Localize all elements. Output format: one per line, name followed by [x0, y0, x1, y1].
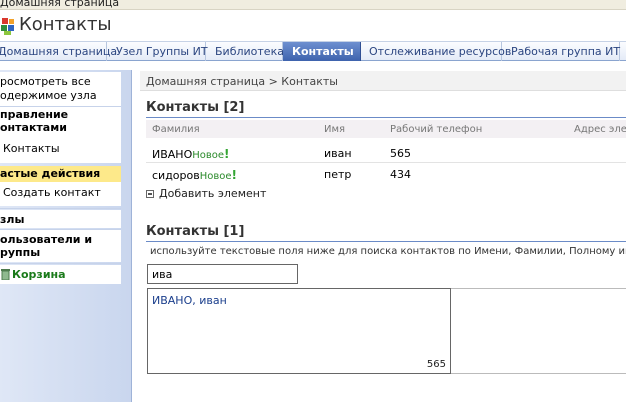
tab-library-label: Библиотека — [215, 45, 284, 58]
nav-create-contact-label: Создать контакт — [3, 186, 101, 199]
nav-view-all-content[interactable]: росмотреть все одержимое узла — [0, 72, 121, 106]
tab-bar: Домашняя страница Узел Группы ИТ Библиот… — [0, 41, 626, 61]
search-results-box: ИВАНО, иван 565 — [147, 288, 451, 374]
column-first-name[interactable]: Имя — [324, 124, 345, 135]
main-content: Домашняя страница > Контакты Контакты [2… — [140, 70, 626, 402]
nav-recycle-label: Корзина — [12, 268, 66, 281]
tab-contacts[interactable]: Контакты — [283, 42, 361, 61]
recycle-bin-icon — [1, 269, 10, 280]
tab-home[interactable]: Домашняя страница — [0, 42, 117, 61]
sharepoint-logo-icon — [1, 18, 14, 35]
row-phone: 434 — [390, 168, 411, 181]
new-exclamation-icon: ! — [231, 168, 238, 182]
nav-users-groups[interactable]: ользователи и руппы — [0, 230, 121, 262]
new-badge: Новое — [199, 171, 232, 182]
nav-recycle-bin[interactable]: Корзина — [0, 265, 121, 284]
tab-it-node-label: Узел Группы ИТ — [116, 45, 208, 58]
nav-view-all-line1: росмотреть все — [0, 75, 91, 88]
search-hint: используйте текстовые поля ниже для поис… — [150, 246, 626, 257]
contacts-list-title[interactable]: Контакты [2] — [146, 100, 244, 115]
row-last-name[interactable]: ИВАНОНовое! — [152, 147, 230, 161]
top-strip-link[interactable]: Домашняя страница — [0, 0, 119, 9]
nav-divider — [0, 263, 121, 264]
breadcrumb-bar: Домашняя страница > Контакты — [140, 71, 626, 91]
breadcrumb[interactable]: Домашняя страница > Контакты — [146, 75, 338, 88]
search-input[interactable] — [147, 264, 298, 284]
nav-divider — [0, 208, 121, 209]
row-last-name[interactable]: сидоровНовое! — [152, 168, 237, 182]
row-last-name-text: ИВАНО — [152, 148, 193, 161]
nav-view-all-line2: одержимое узла — [0, 89, 97, 102]
tab-it-node[interactable]: Узел Группы ИТ — [107, 42, 208, 61]
tab-home-label: Домашняя страница — [0, 45, 118, 58]
search-result-name[interactable]: ИВАНО, иван — [152, 294, 227, 307]
search-part-title-rule — [146, 241, 626, 242]
nav-frequent-label: астые действия — [0, 167, 101, 180]
nav-nodes[interactable]: злы — [0, 210, 121, 228]
title-bar: Контакты — [0, 10, 626, 41]
tab-it-workgroup-label: Рабочая группа ИТ — [511, 45, 621, 58]
nav-users-line1: ользователи и — [0, 233, 93, 246]
tab-resource-tracking[interactable]: Отслеживание ресурсов — [361, 42, 511, 61]
column-work-phone[interactable]: Рабочий телефон — [390, 124, 482, 135]
new-exclamation-icon: ! — [224, 147, 230, 161]
nav-frequent-actions[interactable]: астые действия — [0, 166, 121, 182]
nav-manage-line2: онтактами — [0, 121, 67, 134]
nav-contacts-label: Контакты — [3, 142, 60, 155]
site-title: Контакты — [19, 14, 112, 35]
nav-contacts[interactable]: Контакты — [0, 139, 121, 163]
list-row: ИВАНОНовое! иван 565 — [146, 142, 626, 162]
new-badge: Новое — [192, 150, 225, 161]
tab-contacts-label: Контакты — [292, 45, 354, 58]
list-column-headers: Фамилия Имя Рабочий телефон Адрес эле — [146, 120, 626, 138]
results-frame-extension — [451, 288, 626, 374]
nav-manage-line1: правление — [0, 108, 69, 121]
top-strip: Домашняя страница — [0, 0, 626, 10]
search-result-phone: 565 — [426, 359, 446, 370]
tab-it-workgroup[interactable]: Рабочая группа ИТ — [502, 42, 620, 61]
search-part-title[interactable]: Контакты [1] — [146, 224, 244, 239]
add-item-label: Добавить элемент — [159, 187, 267, 200]
row-first-name: петр — [324, 168, 352, 181]
list-row: сидоровНовое! петр 434 — [146, 163, 626, 183]
column-email[interactable]: Адрес эле — [574, 124, 626, 135]
nav-manage-contacts[interactable]: правление онтактами — [0, 107, 121, 139]
column-last-name[interactable]: Фамилия — [152, 124, 200, 135]
row-first-name: иван — [324, 147, 352, 160]
row-last-name-text: сидоров — [152, 169, 200, 182]
contacts-list-title-rule — [146, 117, 626, 118]
nav-create-contact[interactable]: Создать контакт — [0, 182, 121, 206]
row-phone: 565 — [390, 147, 411, 160]
tab-library[interactable]: Библиотека — [206, 42, 284, 61]
add-item-icon — [146, 190, 154, 198]
nav-users-line2: руппы — [0, 246, 41, 259]
tab-resource-tracking-label: Отслеживание ресурсов — [369, 45, 512, 58]
nav-nodes-label: злы — [0, 213, 25, 226]
quick-launch: росмотреть все одержимое узла правление … — [0, 70, 132, 402]
